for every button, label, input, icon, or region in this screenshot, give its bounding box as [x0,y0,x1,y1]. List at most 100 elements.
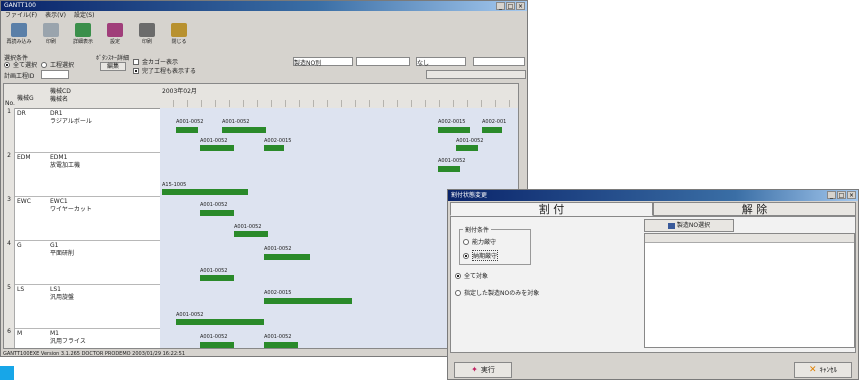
maximize-button[interactable]: □ [506,2,515,10]
seizo-listbox[interactable] [644,233,855,348]
dialog-tabs: 割 付 解 除 [450,202,856,216]
cancel-button[interactable]: ✕ ｷｬﾝｾﾙ [794,362,852,378]
job-label: A001-0052 [176,119,204,125]
gantt-bar[interactable] [264,298,352,304]
dialog-title: 割付状態変更 [451,192,488,199]
header-machine-group: 機械G [17,95,34,102]
table-row[interactable]: 3 EWC EWC1 ワイヤーカット A001-0052 A001-0052 [4,196,518,241]
gantt-bar[interactable] [200,342,234,348]
grid-header: No. 機械G 機械CD 機械名 2003年02月 [4,84,518,109]
dialog-minimize-button[interactable]: _ [827,191,836,199]
header-no: No. [5,100,15,107]
job-label: A002-0015 [264,138,292,144]
check-kanban[interactable]: 金カゴー表示 [133,57,178,66]
options-bar: 選択条件 全て選択 工程選択 計画工程ID ﾎﾞﾀﾝｽｷｰ詳細 編集 金カゴー表… [1,53,527,83]
window-title: GANTT100 [4,2,36,9]
job-label: A001-0052 [234,224,262,230]
table-row[interactable]: 5 LS LS1 汎用旋盤 A002-0015 A001-0052 [4,284,518,329]
minimize-button[interactable]: _ [496,2,505,10]
radio-all-target[interactable]: 全て対象 [455,271,488,280]
listbox-header [645,234,854,243]
job-label: A002-0015 [264,290,292,296]
gantt-bar[interactable] [162,189,248,195]
gantt-bar[interactable] [264,342,298,348]
door-icon [171,23,187,37]
radio-process-select[interactable]: 工程選択 [41,60,74,69]
cancel-icon: ✕ [808,365,817,375]
dialog-close-button[interactable]: × [847,191,856,199]
display-label: ﾎﾞﾀﾝｽｷｰ詳細 [96,55,130,62]
gantt-grid: No. 機械G 機械CD 機械名 2003年02月 1 DR DR1 ラジアルボー… [3,83,519,349]
job-label: A001-0052 [200,202,228,208]
seizo-select-2[interactable] [356,57,410,66]
print-icon [43,23,59,37]
gantt-bar[interactable] [482,127,502,133]
table-row[interactable]: 6 M M1 汎用フライス A001-0052 A001-0052 [4,328,518,348]
gantt-bar[interactable] [200,145,234,151]
job-label: A001-0052 [438,158,466,164]
table-row[interactable]: 2 EDM EDM1 放電加工機 A001-0052 A15-1005 [4,152,518,197]
work-process-label: 計画工程ID [4,73,35,80]
gantt-bar[interactable] [264,145,284,151]
settings-button[interactable]: 設定 [101,21,129,45]
radio-capacity[interactable]: 能力厳守 [463,237,496,246]
menu-file[interactable]: ファイル(F) [5,11,37,21]
horizontal-scroll[interactable] [426,70,526,79]
reload-icon [11,23,27,37]
gantt-bar[interactable] [438,166,460,172]
window-titlebar: GANTT100 _ □ × [1,1,527,11]
gantt-bar[interactable] [438,127,470,133]
edit-button[interactable]: 編集 [100,62,126,71]
gantt-bar[interactable] [176,319,264,325]
check-completed[interactable]: 完了工程も表示する [133,66,196,75]
detail-button[interactable]: 詳細表示 [69,21,97,45]
tab-assign[interactable]: 割 付 [450,202,653,216]
dialog-maximize-button[interactable]: □ [837,191,846,199]
radio-selected-target[interactable]: 指定した製造NOのみを対象 [455,288,539,297]
day-ruler [160,100,518,107]
job-label: A001-0052 [264,334,292,340]
print-disabled-button[interactable]: 印刷 [37,21,65,45]
toolbar: 再読み込み 印刷 詳細表示 設定 印刷 閉じる [1,21,527,51]
gantt-bar[interactable] [176,127,198,133]
table-row[interactable]: 4 G G1 平面研削 A001-0052 A001-0052 [4,240,518,285]
seizo-select[interactable]: 製造NO別 [293,57,353,67]
accent-marker [0,366,14,380]
run-icon: ✦ [471,365,478,374]
detail-icon [75,23,91,37]
job-label: A002-001 [482,119,507,125]
close-app-button[interactable]: 閉じる [165,21,193,45]
process-id-input[interactable] [41,70,69,79]
menu-view[interactable]: 表示(V) [45,11,66,21]
printer-icon [139,23,155,37]
tab-release[interactable]: 解 除 [653,202,856,216]
radio-all-select[interactable]: 全て選択 [4,60,37,69]
gantt-bar[interactable] [264,254,310,260]
close-button[interactable]: × [516,2,525,10]
dialog-footer: ✦ 実行 ✕ ｷｬﾝｾﾙ [448,355,858,379]
job-label: A001-0052 [200,334,228,340]
job-label: A15-1005 [162,182,187,188]
print-button[interactable]: 印刷 [133,21,161,45]
job-label: A001-0052 [200,138,228,144]
filter-input[interactable] [473,57,525,66]
select-seizo-button[interactable]: 製造NO選択 [644,219,734,232]
reload-button[interactable]: 再読み込み [5,21,33,45]
gantt-bar[interactable] [456,145,478,151]
table-row[interactable]: 1 DR DR1 ラジアルボール A001-0052 A001-0052 A002… [4,108,518,153]
gantt-bar[interactable] [234,231,268,237]
gantt-bar[interactable] [200,210,234,216]
run-button[interactable]: ✦ 実行 [454,362,512,378]
menu-settings[interactable]: 設定(S) [74,11,95,21]
job-label: A001-0052 [200,268,228,274]
job-label: A001-0052 [264,246,292,252]
assign-state-dialog: 割付状態変更 _ □ × 割 付 解 除 割付条件 能力厳守 納期厳守 全て対象… [447,189,859,380]
settings-icon [107,23,123,37]
radio-deadline[interactable]: 納期厳守 [463,250,499,261]
gantt-bar[interactable] [222,127,266,133]
gantt-bar[interactable] [200,275,234,281]
job-label: A002-0015 [438,119,466,125]
dialog-titlebar: 割付状態変更 _ □ × [448,190,858,201]
condition-group-label: 割付条件 [463,225,492,234]
filter-select[interactable]: なし [416,57,466,67]
